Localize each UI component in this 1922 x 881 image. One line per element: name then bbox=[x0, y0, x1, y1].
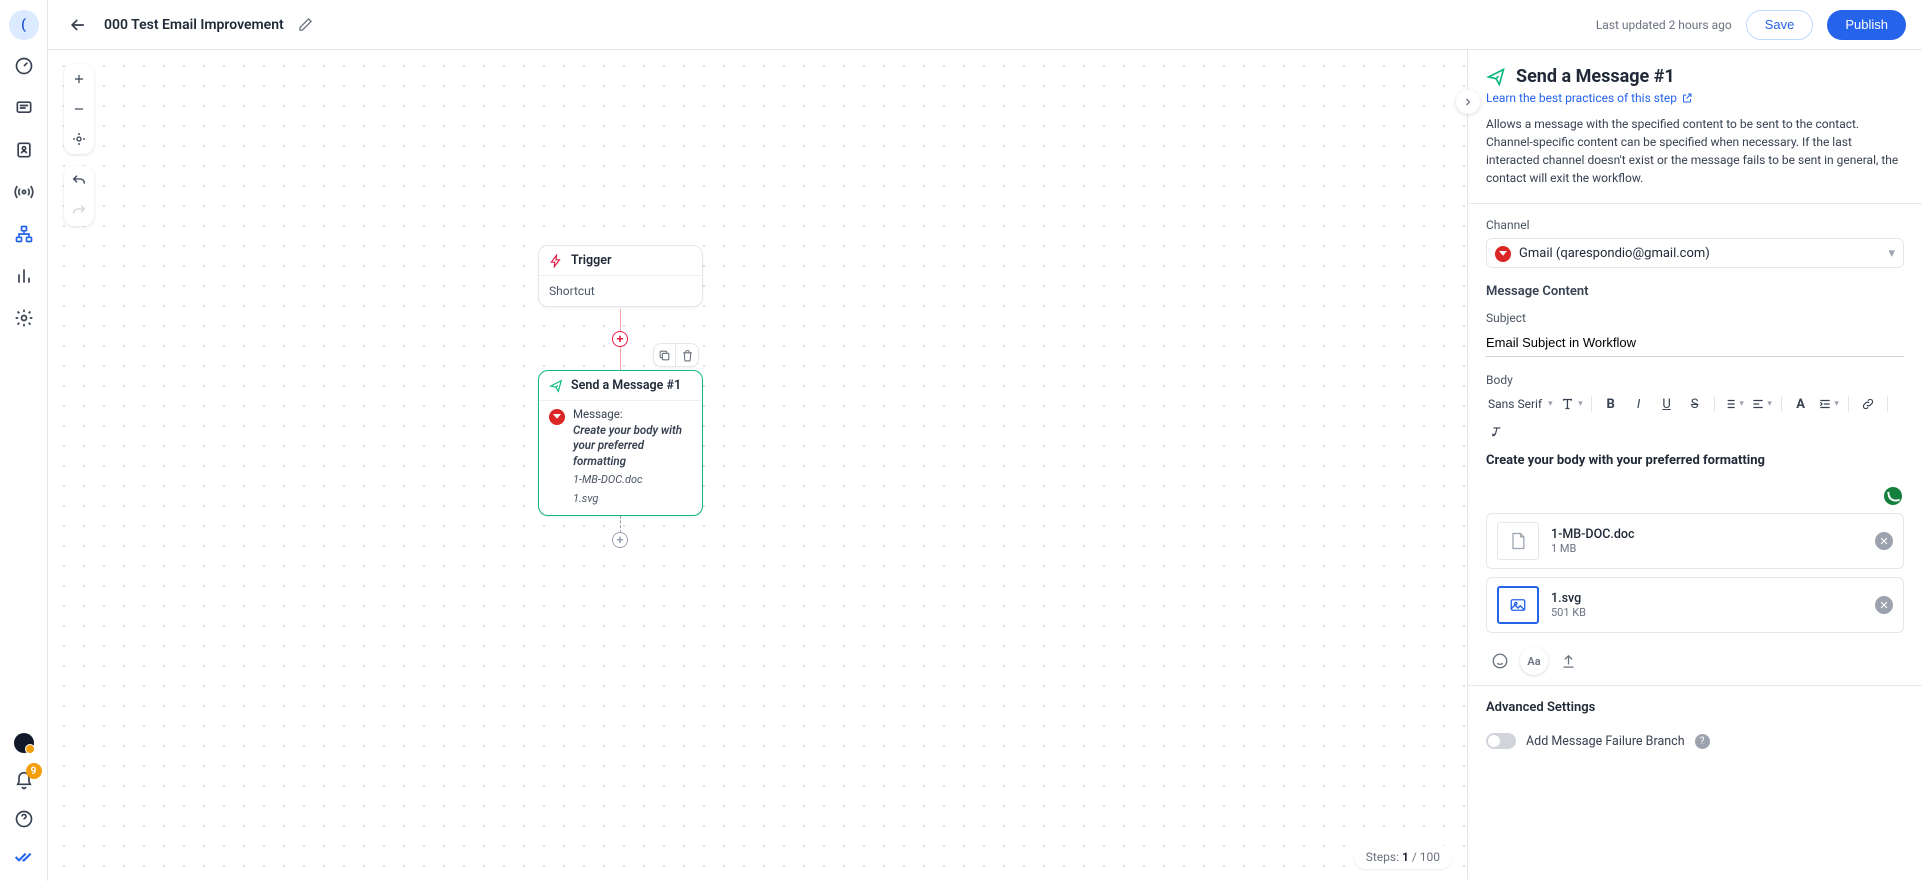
attachment-card: 1.svg 501 KB ✕ bbox=[1486, 577, 1904, 633]
gmail-icon bbox=[1495, 246, 1511, 262]
text-color-icon[interactable]: A bbox=[1790, 393, 1812, 415]
external-link-icon bbox=[1681, 92, 1693, 104]
top-bar: 000 Test Email Improvement Last updated … bbox=[48, 0, 1922, 50]
help-tooltip-icon[interactable]: ? bbox=[1695, 734, 1710, 749]
channel-value: Gmail (qarespondio@gmail.com) bbox=[1519, 246, 1710, 261]
properties-panel: Send a Message #1 Learn the best practic… bbox=[1467, 50, 1922, 881]
message-content-heading: Message Content bbox=[1486, 284, 1904, 299]
trigger-subtitle: Shortcut bbox=[539, 276, 702, 306]
trigger-node[interactable]: Trigger Shortcut bbox=[538, 245, 703, 307]
send-icon bbox=[1486, 67, 1506, 87]
clear-format-icon[interactable] bbox=[1486, 421, 1508, 443]
workspace-avatar[interactable]: ( bbox=[9, 10, 39, 40]
send-msg-preview-2: your preferred formatting bbox=[573, 438, 692, 469]
add-step-icon[interactable] bbox=[612, 331, 628, 347]
settings-icon[interactable] bbox=[14, 308, 34, 328]
undo-button[interactable] bbox=[64, 166, 94, 196]
channel-select[interactable]: Gmail (qarespondio@gmail.com) ▾ bbox=[1486, 238, 1904, 268]
chevron-down-icon: ▾ bbox=[1888, 246, 1895, 261]
node-toolbar bbox=[653, 343, 699, 367]
font-family-select[interactable]: Sans Serif▾ bbox=[1486, 395, 1555, 413]
notifications-badge: 9 bbox=[26, 763, 42, 779]
send-attach-2: 1.svg bbox=[573, 492, 692, 507]
italic-icon[interactable]: I bbox=[1628, 393, 1650, 415]
trigger-title: Trigger bbox=[571, 253, 611, 268]
steps-counter: Steps: 1 / 100 bbox=[1354, 845, 1452, 869]
font-size-icon[interactable]: ▾ bbox=[1561, 393, 1583, 415]
dashboard-icon[interactable] bbox=[14, 56, 34, 76]
zoom-out-button[interactable] bbox=[64, 94, 94, 124]
zoom-in-button[interactable] bbox=[64, 64, 94, 94]
indent-icon[interactable]: ▾ bbox=[1818, 393, 1840, 415]
publish-button[interactable]: Publish bbox=[1827, 10, 1906, 40]
contacts-icon[interactable] bbox=[14, 140, 34, 160]
align-icon[interactable]: ▾ bbox=[1751, 393, 1773, 415]
inbox-icon[interactable] bbox=[14, 98, 34, 118]
collapse-panel-icon[interactable] bbox=[1456, 90, 1480, 114]
delete-node-icon[interactable] bbox=[676, 344, 698, 366]
emoji-icon[interactable] bbox=[1486, 647, 1514, 675]
failure-branch-label: Add Message Failure Branch bbox=[1526, 734, 1685, 749]
add-step-end-icon[interactable] bbox=[612, 532, 628, 548]
list-icon[interactable]: ▾ bbox=[1723, 393, 1745, 415]
left-nav-rail: ( 9 bbox=[0, 0, 48, 881]
file-doc-icon bbox=[1497, 522, 1539, 560]
failure-branch-toggle[interactable] bbox=[1486, 733, 1516, 749]
subject-input[interactable] bbox=[1486, 331, 1904, 357]
grammarly-icon[interactable] bbox=[1884, 487, 1902, 505]
upload-icon[interactable] bbox=[1554, 647, 1582, 675]
panel-description: Allows a message with the specified cont… bbox=[1486, 115, 1904, 187]
body-editor[interactable]: Create your body with your preferred for… bbox=[1486, 453, 1904, 503]
learn-link[interactable]: Learn the best practices of this step bbox=[1486, 91, 1693, 105]
back-button[interactable] bbox=[64, 11, 92, 39]
attachment-size: 501 KB bbox=[1551, 606, 1586, 619]
attachment-card: 1-MB-DOC.doc 1 MB ✕ bbox=[1486, 513, 1904, 569]
underline-icon[interactable]: U bbox=[1656, 393, 1678, 415]
variable-icon[interactable]: Aa bbox=[1520, 647, 1548, 675]
attachment-name: 1.svg bbox=[1551, 591, 1586, 606]
subject-label: Subject bbox=[1486, 311, 1904, 325]
workflows-icon[interactable] bbox=[14, 224, 34, 244]
workflow-title: 000 Test Email Improvement bbox=[104, 17, 284, 33]
save-button[interactable]: Save bbox=[1746, 10, 1814, 40]
send-msg-label: Message: bbox=[573, 407, 692, 423]
send-message-node[interactable]: Send a Message #1 Message: Create your b… bbox=[538, 370, 703, 516]
duplicate-node-icon[interactable] bbox=[654, 344, 676, 366]
send-node-title: Send a Message #1 bbox=[571, 378, 681, 393]
brand-icon[interactable] bbox=[14, 847, 34, 867]
send-icon bbox=[549, 379, 563, 393]
rte-toolbar: Sans Serif▾ ▾ B I U S ▾ ▾ A ▾ bbox=[1486, 393, 1904, 443]
bold-icon[interactable]: B bbox=[1600, 393, 1622, 415]
status-indicator-icon[interactable] bbox=[14, 733, 34, 753]
workflow-canvas[interactable]: Trigger Shortcut Send a Message #1 Messa… bbox=[48, 50, 1467, 881]
send-msg-preview-1: Create your body with bbox=[573, 423, 692, 439]
broadcast-icon[interactable] bbox=[14, 182, 34, 202]
reports-icon[interactable] bbox=[14, 266, 34, 286]
panel-title: Send a Message #1 bbox=[1516, 66, 1675, 87]
link-icon[interactable] bbox=[1857, 393, 1879, 415]
redo-button bbox=[64, 196, 94, 226]
body-label: Body bbox=[1486, 373, 1904, 387]
attachment-size: 1 MB bbox=[1551, 542, 1635, 555]
notifications-icon[interactable]: 9 bbox=[14, 771, 34, 791]
remove-attachment-icon[interactable]: ✕ bbox=[1875, 532, 1893, 550]
edit-title-icon[interactable] bbox=[298, 17, 313, 32]
attachment-name: 1-MB-DOC.doc bbox=[1551, 527, 1635, 542]
advanced-settings-heading: Advanced Settings bbox=[1486, 700, 1904, 715]
channel-label: Channel bbox=[1486, 218, 1904, 232]
lightning-icon bbox=[549, 254, 563, 268]
send-attach-1: 1-MB-DOC.doc bbox=[573, 473, 692, 488]
fit-view-button[interactable] bbox=[64, 124, 94, 154]
remove-attachment-icon[interactable]: ✕ bbox=[1875, 596, 1893, 614]
help-icon[interactable] bbox=[14, 809, 34, 829]
file-image-icon bbox=[1497, 586, 1539, 624]
last-updated-text: Last updated 2 hours ago bbox=[1596, 18, 1732, 32]
gmail-icon bbox=[549, 409, 565, 425]
strike-icon[interactable]: S bbox=[1684, 393, 1706, 415]
